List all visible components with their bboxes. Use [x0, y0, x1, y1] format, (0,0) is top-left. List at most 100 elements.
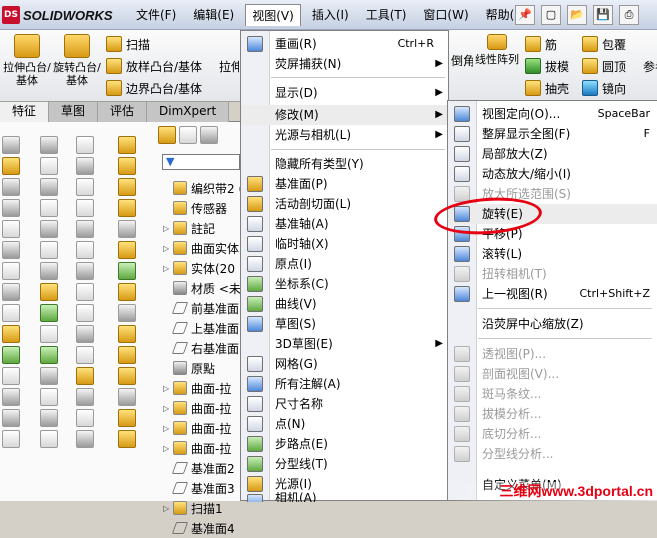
tree-filter-input[interactable]: ▼ — [162, 154, 240, 170]
tool-icon[interactable] — [76, 241, 94, 259]
tree-item-annotations[interactable]: ▷ 註記 — [163, 218, 243, 238]
tree-item-solid-bodies[interactable]: ▷ 实体(20 — [163, 258, 243, 278]
tree-item-sweep1[interactable]: ▷ 扫描1 — [163, 498, 243, 518]
shell-button[interactable]: 抽壳 — [525, 78, 569, 98]
draft-button[interactable]: 拔模 — [525, 56, 569, 76]
menu-item-lights-cameras[interactable]: 光源与相机(L) ▶ — [241, 125, 448, 145]
tree-item-material[interactable]: 材质 <未 — [163, 278, 243, 298]
menu-item-grid[interactable]: 网格(G) — [241, 354, 448, 374]
tool-icon[interactable] — [40, 178, 58, 196]
tool-icon[interactable] — [76, 325, 94, 343]
menu-item-undercut-analysis[interactable]: 底切分析... — [448, 424, 657, 444]
mirror-button[interactable]: 镜向 — [582, 78, 626, 98]
tool-icon[interactable] — [40, 220, 58, 238]
tool-icon[interactable] — [2, 283, 20, 301]
tool-icon[interactable] — [2, 325, 20, 343]
reference-geometry-button[interactable]: 参考 — [643, 56, 657, 76]
menu-item-perspective[interactable]: 透视图(P)... — [448, 344, 657, 364]
tree-item-root[interactable]: 编织带2 (默 — [163, 178, 243, 198]
wrap-button[interactable]: 包覆 — [582, 34, 626, 54]
menu-item-3d-sketch[interactable]: 3D草图(E) ▶ — [241, 334, 448, 354]
tool-icon[interactable] — [40, 409, 58, 427]
feature-tree-tab-icon[interactable] — [158, 126, 176, 144]
menu-item-parting-lines[interactable]: 分型线(T) — [241, 454, 448, 474]
revolve-boss-button[interactable]: 旋转凸台/基体 — [52, 34, 102, 87]
tree-item-plane3[interactable]: 基准面3 — [163, 478, 243, 498]
tool-icon[interactable] — [2, 178, 20, 196]
tool-icon[interactable] — [118, 346, 136, 364]
tree-item-surface-extrude[interactable]: ▷ 曲面-拉 — [163, 398, 243, 418]
menu-item-sketches[interactable]: 草图(S) — [241, 314, 448, 334]
menu-item-route-points[interactable]: 步路点(E) — [241, 434, 448, 454]
solidworks-logo[interactable]: DS SOLIDWORKS — [2, 4, 113, 26]
tool-icon[interactable] — [40, 367, 58, 385]
menu-window[interactable]: 窗口(W) — [417, 4, 474, 26]
tool-icon[interactable] — [40, 388, 58, 406]
menu-item-hide-all-types[interactable]: 隐藏所有类型(Y) — [241, 154, 448, 174]
menu-item-coordinate-systems[interactable]: 坐标系(C) — [241, 274, 448, 294]
tool-icon[interactable] — [40, 325, 58, 343]
tool-icon[interactable] — [76, 136, 94, 154]
menu-item-modify[interactable]: 修改(M) ▶ — [241, 105, 448, 125]
menu-item-previous-view[interactable]: 上一视图(R) Ctrl+Shift+Z — [448, 284, 657, 304]
tool-icon[interactable] — [40, 199, 58, 217]
menu-item-all-annotations[interactable]: 所有注解(A) — [241, 374, 448, 394]
menu-item-points[interactable]: 点(N) — [241, 414, 448, 434]
tool-icon[interactable] — [2, 199, 20, 217]
tool-icon[interactable] — [76, 304, 94, 322]
tool-icon[interactable] — [2, 241, 20, 259]
tool-icon[interactable] — [2, 136, 20, 154]
tool-icon[interactable] — [118, 304, 136, 322]
loft-button[interactable]: 放样凸台/基体 — [106, 56, 202, 76]
menu-item-zebra-stripes[interactable]: 斑马条纹... — [448, 384, 657, 404]
tool-icon[interactable] — [40, 136, 58, 154]
menu-item-zoom-about-center[interactable]: 沿荧屏中心缩放(Z) — [448, 314, 657, 334]
fillet-partial-button[interactable]: 倒角 — [451, 50, 473, 70]
tool-icon[interactable] — [40, 262, 58, 280]
linear-pattern-button[interactable]: 线性阵列 — [473, 34, 521, 66]
tab-dimxpert[interactable]: DimXpert — [147, 102, 230, 122]
tool-icon[interactable] — [76, 220, 94, 238]
open-folder-icon[interactable]: 📂 — [567, 5, 587, 25]
tool-icon[interactable] — [118, 262, 136, 280]
tool-icon[interactable] — [76, 430, 94, 448]
save-icon[interactable]: 💾 — [593, 5, 613, 25]
menu-view[interactable]: 视图(V) — [245, 4, 301, 26]
tree-item-surface-extrude[interactable]: ▷ 曲面-拉 — [163, 438, 243, 458]
menu-item-zoom-to-fit[interactable]: 整屏显示全图(F) F — [448, 124, 657, 144]
tool-icon[interactable] — [76, 262, 94, 280]
tool-icon[interactable] — [118, 157, 136, 175]
menu-item-view-orientation[interactable]: 视图定向(O)... SpaceBar — [448, 104, 657, 124]
menu-item-zoom-in-out[interactable]: 动态放大/缩小(I) — [448, 164, 657, 184]
menu-tools[interactable]: 工具(T) — [360, 4, 413, 26]
menu-item-planes[interactable]: 基准面(P) — [241, 174, 448, 194]
menu-item-axes[interactable]: 基准轴(A) — [241, 214, 448, 234]
rib-button[interactable]: 筋 — [525, 34, 557, 54]
tool-icon[interactable] — [118, 199, 136, 217]
print-icon[interactable]: ⎙ — [619, 5, 639, 25]
tool-icon[interactable] — [118, 136, 136, 154]
configuration-tab-icon[interactable] — [200, 126, 218, 144]
tree-item-surface-bodies[interactable]: ▷ 曲面实体 — [163, 238, 243, 258]
tool-icon[interactable] — [118, 325, 136, 343]
menu-insert[interactable]: 插入(I) — [306, 4, 355, 26]
tab-features[interactable]: 特征 — [0, 102, 50, 122]
menu-item-lights[interactable]: 光源(I) — [241, 474, 448, 494]
menu-item-screen-capture[interactable]: 荧屏捕获(N) ▶ — [241, 54, 448, 74]
tool-icon[interactable] — [2, 430, 20, 448]
text-tool-icon[interactable] — [76, 178, 94, 196]
tool-icon[interactable] — [40, 430, 58, 448]
menu-item-section-view[interactable]: 剖面视图(V)... — [448, 364, 657, 384]
menu-item-temporary-axes[interactable]: 临时轴(X) — [241, 234, 448, 254]
tree-item-top-plane[interactable]: 上基准面 — [163, 318, 243, 338]
tool-icon[interactable] — [76, 157, 94, 175]
tool-icon[interactable] — [40, 241, 58, 259]
menu-edit[interactable]: 编辑(E) — [187, 4, 240, 26]
menu-item-section-planes[interactable]: 活动剖切面(L) — [241, 194, 448, 214]
tool-icon[interactable] — [2, 367, 20, 385]
pin-icon[interactable]: 📌 — [515, 5, 535, 25]
tool-icon[interactable] — [76, 346, 94, 364]
menu-item-origins[interactable]: 原点(I) — [241, 254, 448, 274]
tool-icon[interactable] — [76, 409, 94, 427]
tool-icon[interactable] — [2, 220, 20, 238]
